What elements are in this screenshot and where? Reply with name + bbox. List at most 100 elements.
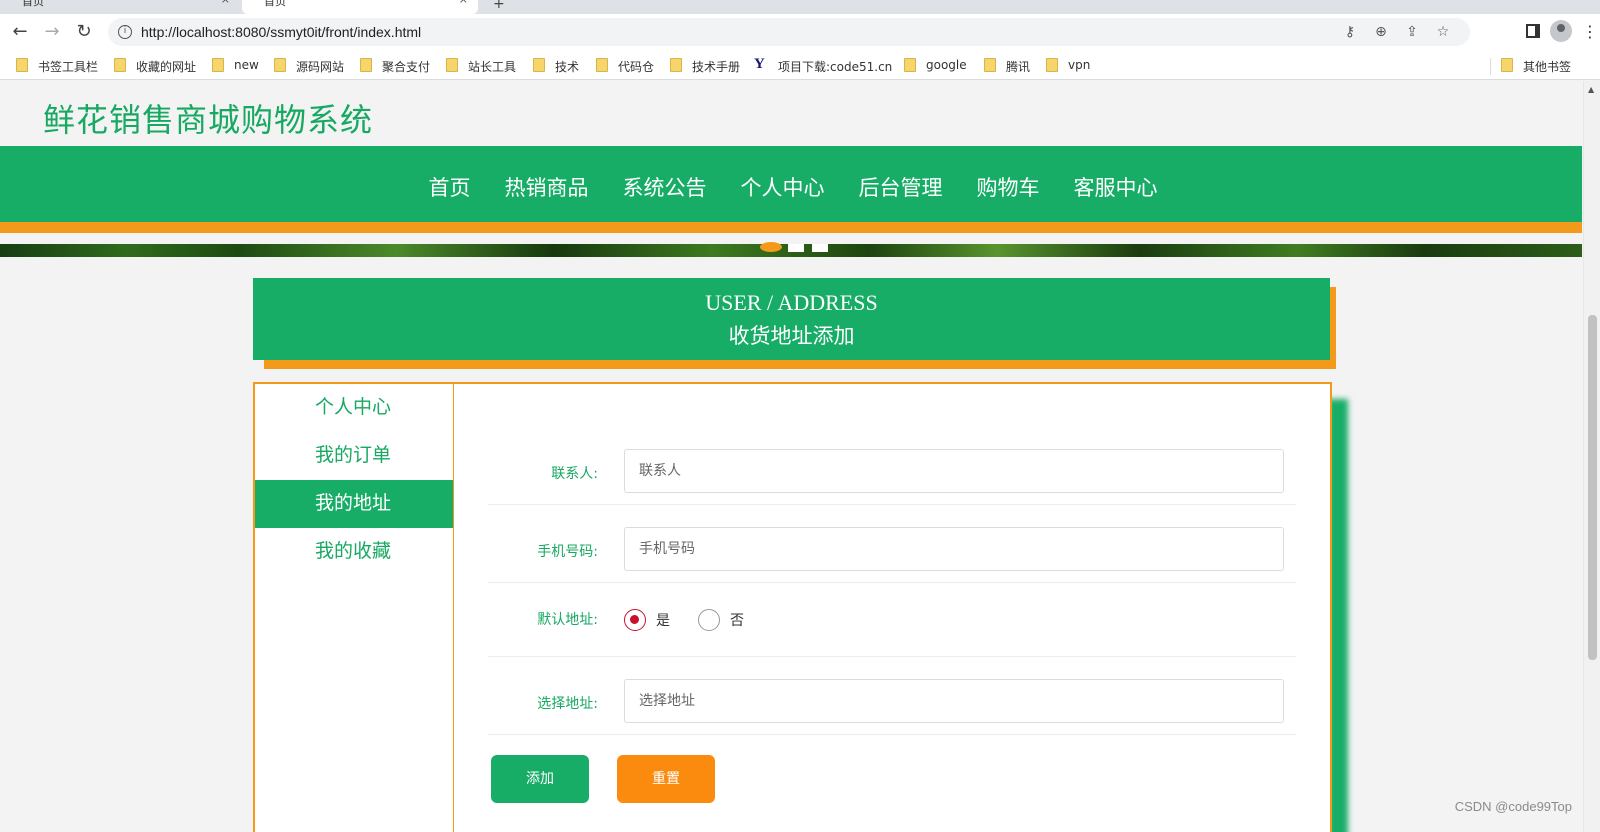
back-arrow-icon[interactable]: ← <box>8 20 32 44</box>
folder-icon <box>1501 58 1513 72</box>
form-row-contact: 联系人: 联系人 <box>488 449 1296 505</box>
bookmark-item[interactable]: 书签工具栏 <box>16 58 98 75</box>
folder-icon <box>212 58 224 72</box>
contact-input[interactable]: 联系人 <box>624 449 1284 493</box>
star-icon[interactable]: ☆ <box>1434 24 1452 40</box>
page-header-en: USER / ADDRESS <box>705 290 878 315</box>
tab-title: 首页 <box>22 0 44 8</box>
bookmark-label: 源码网站 <box>296 60 345 74</box>
folder-icon <box>596 58 608 72</box>
nav-item-hot-products[interactable]: 热销商品 <box>505 172 589 202</box>
nav-item-announcements[interactable]: 系统公告 <box>623 172 707 202</box>
carousel-dot[interactable] <box>812 244 828 252</box>
nav-item-cart[interactable]: 购物车 <box>977 172 1040 202</box>
phone-input[interactable]: 手机号码 <box>624 527 1284 571</box>
folder-icon <box>904 58 916 72</box>
folder-icon <box>1046 58 1058 72</box>
nav-item-user-center[interactable]: 个人中心 <box>741 172 825 202</box>
bookmark-item[interactable]: 腾讯 <box>984 58 1030 75</box>
folder-icon <box>533 58 545 72</box>
banner-carousel <box>0 242 1582 257</box>
bookmark-item[interactable]: 代码仓 <box>596 58 654 75</box>
bookmark-label: 书签工具栏 <box>38 60 99 74</box>
watermark: CSDN @code99Top <box>1454 799 1572 814</box>
radio-label: 是 <box>656 613 670 629</box>
bookmark-item[interactable]: 源码网站 <box>274 58 344 75</box>
radio-checked-icon <box>624 609 646 631</box>
reset-button[interactable]: 重置 <box>617 755 715 803</box>
bookmark-item[interactable]: 聚合支付 <box>360 58 430 75</box>
bookmark-item[interactable]: Y 项目下载:code51.cn <box>754 56 893 75</box>
forward-arrow-icon[interactable]: → <box>40 20 64 44</box>
user-side-menu: 个人中心 我的订单 我的地址 我的收藏 <box>253 382 455 832</box>
profile-avatar-icon[interactable] <box>1550 20 1572 42</box>
folder-icon <box>114 58 126 72</box>
bookmarks-bar: 书签工具栏 收藏的网址 new 源码网站 聚合支付 站长工具 技术 代码仓 技术… <box>0 50 1600 80</box>
new-tab-button[interactable]: + <box>493 0 505 12</box>
bookmark-label: new <box>234 58 259 72</box>
address-bar[interactable]: i http://localhost:8080/ssmyt0it/front/i… <box>108 18 1470 46</box>
url-text[interactable]: http://localhost:8080/ssmyt0it/front/ind… <box>141 24 421 40</box>
site-title[interactable]: 鲜花销售商城购物系统 <box>43 95 373 141</box>
folder-icon <box>446 58 458 72</box>
carousel-dot-active[interactable] <box>760 242 782 252</box>
bookmark-item[interactable]: 收藏的网址 <box>114 58 196 75</box>
address-select[interactable]: 选择地址 <box>624 679 1284 723</box>
side-menu-my-address[interactable]: 我的地址 <box>255 480 453 528</box>
address-label: 选择地址: <box>537 696 598 712</box>
share-icon[interactable]: ⇪ <box>1403 24 1421 40</box>
add-button[interactable]: 添加 <box>491 755 589 803</box>
browser-toolbar: ← → ↻ i http://localhost:8080/ssmyt0it/f… <box>0 14 1600 50</box>
nav-item-admin[interactable]: 后台管理 <box>859 172 943 202</box>
zoom-icon[interactable]: ⊕ <box>1372 24 1390 40</box>
bookmark-label: 聚合支付 <box>382 60 431 74</box>
side-menu-my-favorites[interactable]: 我的收藏 <box>255 528 453 576</box>
radio-unchecked-icon <box>698 609 720 631</box>
close-tab-icon[interactable]: × <box>459 0 468 5</box>
scroll-up-arrow-icon[interactable]: ▲ <box>1588 85 1594 94</box>
bookmark-label: 项目下载:code51.cn <box>778 60 893 74</box>
bookmark-item[interactable]: vpn <box>1046 58 1090 72</box>
browser-tab[interactable]: 首页 × <box>0 0 240 14</box>
default-yes-radio[interactable]: 是 <box>624 609 670 631</box>
form-row-address: 选择地址: 选择地址 <box>488 679 1296 735</box>
site-info-icon[interactable]: i <box>118 25 132 39</box>
bookmark-item[interactable]: 技术手册 <box>670 58 740 75</box>
folder-icon <box>670 58 682 72</box>
nav-item-home[interactable]: 首页 <box>429 172 471 202</box>
folder-icon <box>360 58 372 72</box>
folder-icon <box>16 58 28 72</box>
other-bookmarks[interactable]: 其他书签 <box>1490 58 1571 75</box>
browser-tab-strip: 首页 × 首页 × + <box>0 0 1600 14</box>
form-row-default-address: 默认地址: 是 否 <box>488 609 1296 657</box>
bookmark-label: vpn <box>1068 58 1091 72</box>
side-panel-icon[interactable] <box>1526 24 1540 38</box>
side-menu-user-center[interactable]: 个人中心 <box>255 384 453 432</box>
key-icon[interactable]: ⚷ <box>1341 24 1359 40</box>
tab-title: 首页 <box>264 0 286 8</box>
bookmark-label: 站长工具 <box>468 60 517 74</box>
bookmark-label: 其他书签 <box>1523 60 1572 74</box>
page-scrollbar[interactable]: ▲ <box>1583 81 1600 832</box>
side-menu-my-orders[interactable]: 我的订单 <box>255 432 453 480</box>
browser-tab-active[interactable]: 首页 × <box>242 0 478 14</box>
folder-icon <box>984 58 996 72</box>
radio-label: 否 <box>730 613 744 629</box>
nav-item-support[interactable]: 客服中心 <box>1074 172 1158 202</box>
carousel-dot[interactable] <box>788 244 804 252</box>
bookmark-item[interactable]: google <box>904 58 967 72</box>
reload-icon[interactable]: ↻ <box>72 20 96 44</box>
bookmark-item[interactable]: new <box>212 58 259 72</box>
bookmark-label: 技术手册 <box>692 60 741 74</box>
phone-label: 手机号码: <box>537 544 598 560</box>
more-menu-icon[interactable]: ⋮ <box>1582 22 1598 41</box>
form-row-phone: 手机号码: 手机号码 <box>488 527 1296 583</box>
default-address-label: 默认地址: <box>537 612 598 628</box>
scrollbar-thumb[interactable] <box>1588 315 1597 660</box>
default-no-radio[interactable]: 否 <box>698 609 744 631</box>
bookmark-label: google <box>926 58 967 72</box>
bookmark-item[interactable]: 站长工具 <box>446 58 516 75</box>
page-header-cn: 收货地址添加 <box>728 324 855 348</box>
close-tab-icon[interactable]: × <box>221 0 230 5</box>
bookmark-item[interactable]: 技术 <box>533 58 579 75</box>
